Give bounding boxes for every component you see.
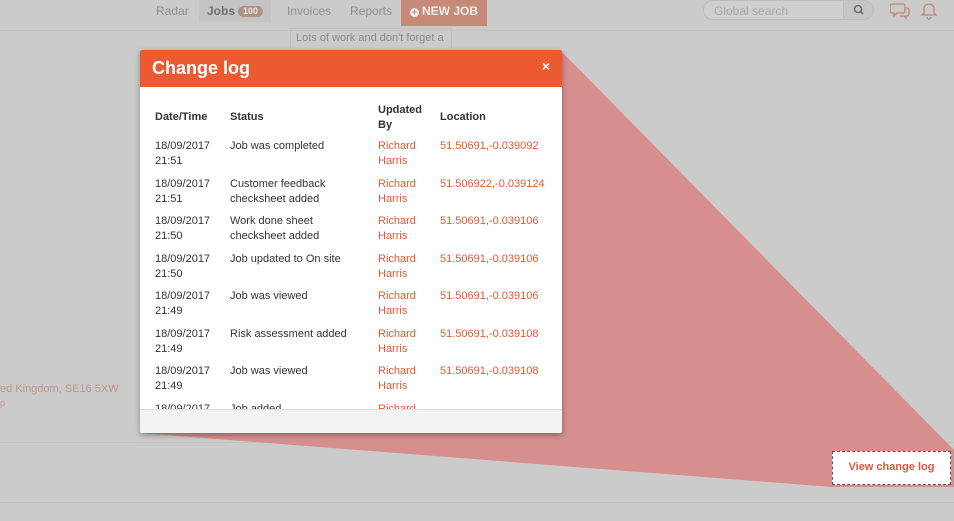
cell-updated-by-link[interactable]: Richard Harris xyxy=(378,289,428,319)
cell-location-link[interactable]: 51.50691,-0.039106 xyxy=(440,289,558,304)
cell-user-line: Harris xyxy=(378,343,408,355)
cell-status-line: checksheet added xyxy=(230,193,320,205)
cell-date: 18/09/2017 21:50 xyxy=(155,252,227,282)
cell-user-line: Harris xyxy=(378,268,408,280)
cell-status: Job added xyxy=(230,402,370,409)
view-change-log-button[interactable]: View change log xyxy=(832,451,951,485)
cell-location-link[interactable]: 51.50691,-0.039106 xyxy=(440,252,558,267)
cell-status: Job updated to On site xyxy=(230,252,370,267)
cell-user-line: Richard xyxy=(378,328,416,340)
cell-date-time: 21:50 xyxy=(155,230,183,242)
cell-date-day: 18/09/2017 xyxy=(155,140,211,152)
cell-updated-by-link[interactable]: Richard xyxy=(378,402,428,409)
cell-updated-by-link[interactable]: Richard Harris xyxy=(378,364,428,394)
cell-status-line: Job added xyxy=(230,403,282,409)
cell-date-day: 18/09/2017 xyxy=(155,253,211,265)
cell-location-link[interactable]: 51.50691,-0.039092 xyxy=(440,139,558,154)
cell-date: 18/09/2017 21:49 xyxy=(155,327,227,357)
cell-date-day: 18/09/2017 xyxy=(155,365,211,377)
cell-updated-by-link[interactable]: Richard Harris xyxy=(378,252,428,282)
cell-date-time: 21:51 xyxy=(155,155,183,167)
header-location: Location xyxy=(440,111,486,123)
cell-user-line: Richard xyxy=(378,178,416,190)
cell-status: Risk assessment added xyxy=(230,327,370,342)
change-log-table: Date/Time Status Updated By Location 18/… xyxy=(140,87,562,409)
cell-status-line: Job was viewed xyxy=(230,290,308,302)
cell-status: Customer feedback checksheet added xyxy=(230,177,370,207)
cell-updated-by-link[interactable]: Richard Harris xyxy=(378,139,428,169)
header-updated-by: Updated By xyxy=(378,103,428,133)
cell-location-link[interactable]: 51.506922,-0.039124 xyxy=(440,177,558,192)
modal-footer xyxy=(140,409,562,433)
cell-user-line: Richard xyxy=(378,140,416,152)
cell-user-line: Richard xyxy=(378,403,416,409)
cell-date: 18/09/2017 21:49 xyxy=(155,289,227,319)
cell-status-line: Job was completed xyxy=(230,140,325,152)
cell-status-line: checksheet added xyxy=(230,230,320,242)
cell-date-time: 21:49 xyxy=(155,380,183,392)
change-log-modal: Change log × Date/Time Status Updated By… xyxy=(140,50,562,433)
cell-status-line: Work done sheet xyxy=(230,215,313,227)
cell-date-time: 21:49 xyxy=(155,305,183,317)
cell-status-line: Job was viewed xyxy=(230,365,308,377)
cell-date-day: 18/09/2017 xyxy=(155,290,211,302)
cell-date: 18/09/2017 21:50 xyxy=(155,214,227,244)
cell-user-line: Harris xyxy=(378,380,408,392)
header-date: Date/Time xyxy=(155,111,208,123)
cell-status: Job was viewed xyxy=(230,364,370,379)
cell-date-time: 21:51 xyxy=(155,193,183,205)
cell-date: 18/09/2017 21:49 xyxy=(155,364,227,394)
cell-location-link[interactable]: 51.50691,-0.039106 xyxy=(440,214,558,229)
cell-user-line: Richard xyxy=(378,365,416,377)
cell-date-time: 21:49 xyxy=(155,343,183,355)
cell-location-link[interactable]: 51.50691,-0.039108 xyxy=(440,327,558,342)
modal-title: Change log xyxy=(152,58,250,78)
cell-date: 18/09/2017 xyxy=(155,402,227,409)
header-updated-by-line1: Updated xyxy=(378,104,422,116)
cell-status: Job was viewed xyxy=(230,289,370,304)
cell-status-line: Risk assessment added xyxy=(230,328,347,340)
close-icon[interactable]: × xyxy=(542,58,550,74)
cell-date-day: 18/09/2017 xyxy=(155,215,211,227)
cell-user-line: Richard xyxy=(378,290,416,302)
cell-date: 18/09/2017 21:51 xyxy=(155,139,227,169)
cell-date-day: 18/09/2017 xyxy=(155,178,211,190)
cell-status: Work done sheet checksheet added xyxy=(230,214,370,244)
cell-user-line: Harris xyxy=(378,193,408,205)
cell-user-line: Richard xyxy=(378,215,416,227)
cell-status-line: Customer feedback xyxy=(230,178,326,190)
cell-location-link[interactable]: 51.50691,-0.039108 xyxy=(440,364,558,379)
cell-user-line: Harris xyxy=(378,155,408,167)
modal-header: Change log × xyxy=(140,50,562,87)
cell-user-line: Harris xyxy=(378,305,408,317)
cell-updated-by-link[interactable]: Richard Harris xyxy=(378,327,428,357)
cell-updated-by-link[interactable]: Richard Harris xyxy=(378,177,428,207)
cell-user-line: Harris xyxy=(378,230,408,242)
cell-status-line: Job updated to On site xyxy=(230,253,341,265)
cell-date-day: 18/09/2017 xyxy=(155,403,211,409)
cell-date-time: 21:50 xyxy=(155,268,183,280)
header-updated-by-line2: By xyxy=(378,119,393,131)
cell-status: Job was completed xyxy=(230,139,370,154)
header-status: Status xyxy=(230,111,264,123)
cell-date: 18/09/2017 21:51 xyxy=(155,177,227,207)
cell-updated-by-link[interactable]: Richard Harris xyxy=(378,214,428,244)
cell-date-day: 18/09/2017 xyxy=(155,328,211,340)
cell-user-line: Richard xyxy=(378,253,416,265)
